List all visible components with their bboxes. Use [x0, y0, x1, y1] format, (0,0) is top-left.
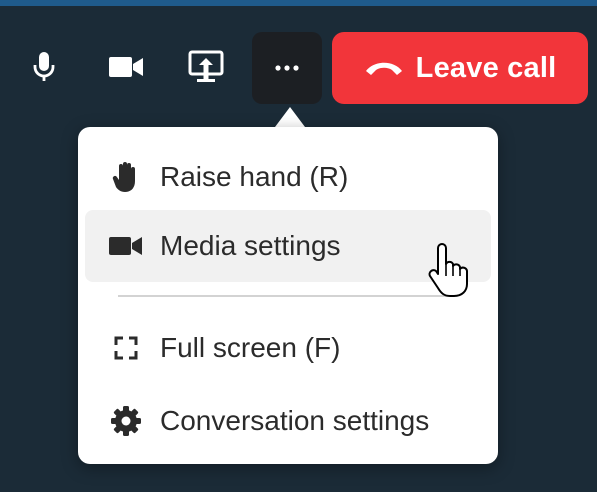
menu-item-full-screen[interactable]: Full screen (F) — [85, 312, 491, 384]
video-camera-icon — [109, 57, 143, 77]
menu-item-label: Raise hand (R) — [160, 161, 349, 192]
more-options-icon — [275, 65, 299, 71]
leave-call-button[interactable]: Leave call — [332, 32, 588, 104]
menu-caret — [275, 107, 305, 127]
menu-item-label: Conversation settings — [160, 405, 430, 436]
camera-button[interactable] — [104, 44, 148, 90]
microphone-icon — [33, 52, 55, 81]
screen-share-icon — [188, 50, 224, 82]
more-options-menu: Raise hand (R) Media settings Full scree… — [78, 127, 498, 464]
menu-divider — [118, 295, 453, 297]
more-options-button[interactable] — [252, 32, 322, 104]
phone-hangup-icon — [365, 62, 402, 75]
menu-item-conversation-settings[interactable]: Conversation settings — [85, 385, 491, 457]
menu-item-label: Media settings — [160, 230, 341, 261]
menu-item-label: Full screen (F) — [160, 332, 341, 363]
microphone-button[interactable] — [24, 44, 64, 90]
gear-icon — [108, 406, 144, 436]
raised-hand-icon — [108, 161, 144, 193]
video-camera-icon — [108, 236, 144, 256]
fullscreen-icon — [108, 336, 144, 360]
share-screen-button[interactable] — [184, 44, 228, 90]
leave-call-label: Leave call — [415, 51, 557, 84]
menu-item-raise-hand[interactable]: Raise hand (R) — [85, 141, 491, 213]
menu-item-media-settings[interactable]: Media settings — [85, 210, 491, 282]
